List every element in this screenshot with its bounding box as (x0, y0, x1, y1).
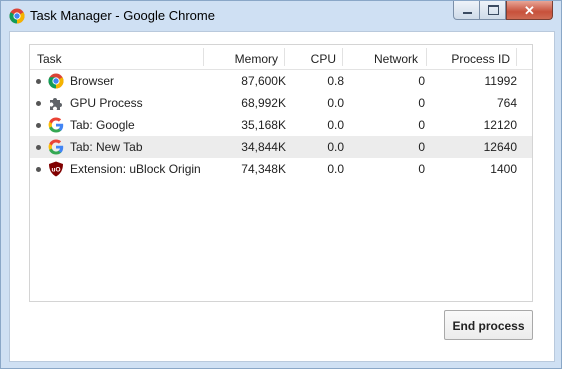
maximize-icon (488, 5, 499, 15)
cpu-value: 0.0 (327, 96, 344, 110)
maximize-button[interactable] (479, 1, 506, 20)
row-bullet (36, 167, 41, 172)
table-row-selected[interactable]: Tab: New Tab 34,844K 0.0 0 12640 (30, 136, 532, 158)
row-bullet (36, 145, 41, 150)
network-value: 0 (418, 118, 425, 132)
column-header-cpu[interactable]: CPU (290, 52, 336, 66)
cpu-value: 0.0 (327, 162, 344, 176)
cpu-value: 0.0 (327, 140, 344, 154)
network-value: 0 (418, 140, 425, 154)
puzzle-icon (50, 98, 62, 110)
task-name: Extension: uBlock Origin (70, 162, 201, 176)
task-name: Tab: Google (70, 118, 135, 132)
memory-value: 68,992K (241, 96, 286, 110)
close-icon: ✕ (524, 3, 535, 18)
minimize-button[interactable] (453, 1, 480, 20)
chrome-icon (9, 8, 25, 24)
column-header-network[interactable]: Network (350, 52, 418, 66)
close-button[interactable]: ✕ (506, 1, 553, 20)
network-value: 0 (418, 96, 425, 110)
google-g-icon (48, 139, 64, 155)
svg-text:uO: uO (51, 167, 60, 174)
column-header-process-id[interactable]: Process ID (430, 52, 510, 66)
column-divider[interactable] (284, 48, 285, 66)
table-row[interactable]: Tab: Google 35,168K 0.0 0 12120 (30, 114, 532, 136)
cpu-value: 0.8 (327, 74, 344, 88)
end-process-button[interactable]: End process (444, 310, 533, 340)
task-name: Tab: New Tab (70, 140, 143, 154)
table-row[interactable]: uO Extension: uBlock Origin 74,348K 0.0 … (30, 158, 532, 180)
memory-value: 87,600K (241, 74, 286, 88)
table-row[interactable]: GPU Process 68,992K 0.0 0 764 (30, 92, 532, 114)
process-id-value: 1400 (490, 162, 517, 176)
process-table[interactable]: Task Memory CPU Network Process ID Brows… (29, 44, 533, 302)
row-bullet (36, 101, 41, 106)
task-name: GPU Process (70, 96, 143, 110)
column-header-memory[interactable]: Memory (210, 52, 278, 66)
google-g-icon (48, 117, 64, 133)
column-divider[interactable] (203, 48, 204, 66)
row-bullet (36, 123, 41, 128)
process-id-value: 12120 (483, 118, 517, 132)
process-id-value: 11992 (484, 74, 517, 88)
column-header-task[interactable]: Task (37, 52, 62, 66)
network-value: 0 (418, 162, 425, 176)
chrome-icon (48, 73, 64, 89)
column-divider[interactable] (342, 48, 343, 66)
title-bar[interactable]: Task Manager - Google Chrome ✕ (1, 1, 561, 31)
ublock-origin-icon: uO (49, 161, 63, 177)
task-name: Browser (70, 74, 115, 88)
minimize-icon (463, 12, 472, 14)
cpu-value: 0.0 (327, 118, 344, 132)
window-title: Task Manager - Google Chrome (30, 8, 215, 23)
network-value: 0 (418, 74, 425, 88)
process-id-value: 12640 (483, 140, 517, 154)
task-manager-window: Task Manager - Google Chrome ✕ Task Memo… (0, 0, 562, 369)
table-row[interactable]: Browser 87,600K 0.8 0 11992 (30, 70, 532, 92)
column-divider[interactable] (426, 48, 427, 66)
column-divider[interactable] (516, 48, 517, 66)
memory-value: 34,844K (241, 140, 286, 154)
row-bullet (36, 79, 41, 84)
memory-value: 74,348K (241, 162, 286, 176)
client-area: Task Memory CPU Network Process ID Brows… (9, 31, 555, 362)
memory-value: 35,168K (241, 118, 286, 132)
table-header: Task Memory CPU Network Process ID (30, 45, 532, 70)
process-id-value: 764 (496, 96, 517, 110)
